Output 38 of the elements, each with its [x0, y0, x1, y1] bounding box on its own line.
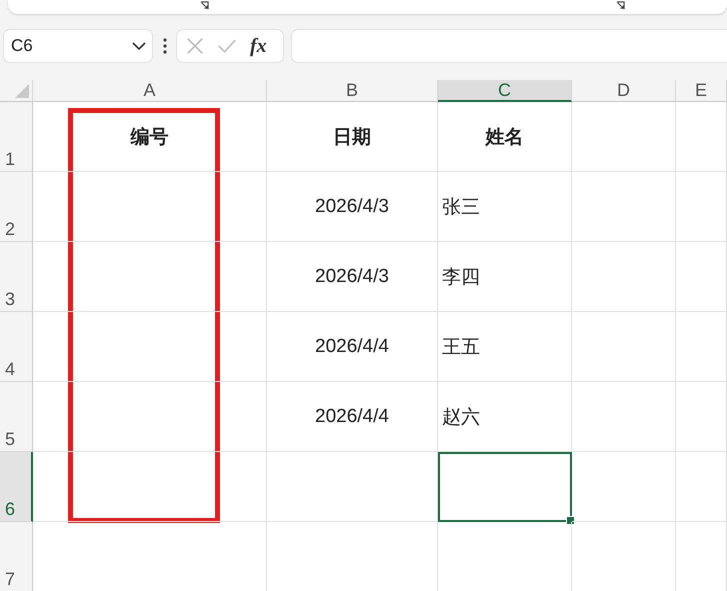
name-box[interactable]: C6 — [3, 29, 153, 63]
checkmark-icon[interactable] — [218, 37, 236, 55]
table-cell — [676, 452, 727, 522]
table-cell: 2026/4/3 — [267, 242, 438, 312]
table-cell: 李四 — [438, 242, 572, 312]
formula-input[interactable] — [291, 29, 727, 63]
table-cell — [676, 102, 727, 172]
table-cell: 张三 — [438, 172, 572, 242]
column-header[interactable]: C — [438, 80, 572, 102]
chevron-down-icon[interactable] — [132, 42, 146, 50]
column-header[interactable]: B — [267, 80, 438, 102]
row-header[interactable]: 7 — [0, 522, 33, 591]
table-cell — [676, 242, 727, 312]
row-header[interactable]: 3 — [0, 242, 33, 312]
dialog-launcher-icon[interactable] — [616, 1, 625, 10]
row-header[interactable]: 2 — [0, 172, 33, 242]
column-header[interactable]: A — [33, 80, 267, 102]
table-cell: 2026/4/4 — [267, 382, 438, 452]
table-cell — [676, 312, 727, 382]
table-cell: 姓名 — [438, 102, 572, 172]
row-header[interactable]: 1 — [0, 102, 33, 172]
row-header[interactable]: 4 — [0, 312, 33, 382]
active-cell[interactable] — [438, 452, 572, 522]
table-cell: 日期 — [267, 102, 438, 172]
table-cell: 王五 — [438, 312, 572, 382]
table-cell — [676, 172, 727, 242]
column-header[interactable]: D — [572, 80, 676, 102]
row-header[interactable]: 6 — [0, 452, 33, 522]
row-header[interactable]: 5 — [0, 382, 33, 452]
table-cell: 赵六 — [438, 382, 572, 452]
table-cell — [676, 382, 727, 452]
insert-function-button[interactable]: fx — [250, 34, 267, 58]
table-cell: 2026/4/3 — [267, 172, 438, 242]
dialog-launcher-icon[interactable] — [200, 1, 209, 10]
table-cell: 编号 — [33, 102, 267, 172]
more-options-icon[interactable] — [163, 38, 167, 54]
column-header[interactable]: E — [676, 80, 727, 102]
table-cell: 2026/4/4 — [267, 312, 438, 382]
